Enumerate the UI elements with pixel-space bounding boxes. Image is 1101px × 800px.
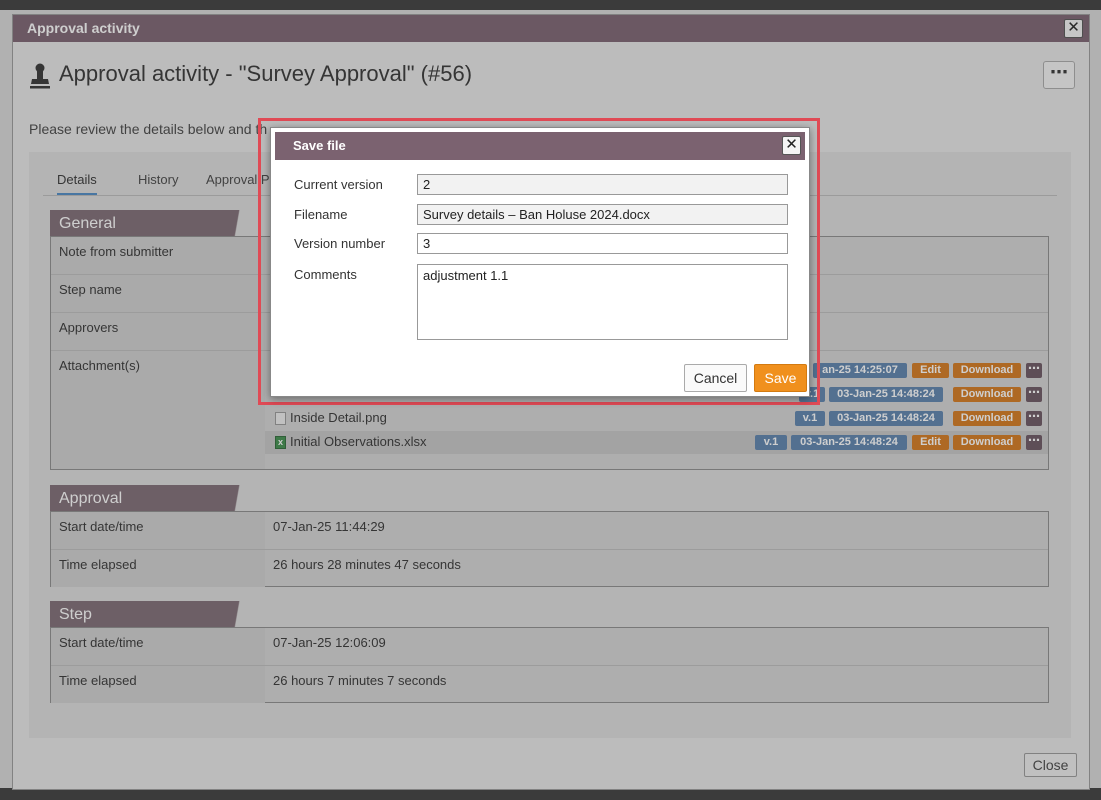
dialog-titlebar: Save file ✕ [275,132,805,160]
current-version-label: Current version [294,177,383,192]
save-file-dialog: Save file ✕ Current version Filename Ver… [270,127,810,397]
comments-textarea[interactable]: adjustment 1.1 [417,264,788,340]
filename-field[interactable] [417,204,788,225]
version-number-field[interactable] [417,233,788,254]
cancel-button[interactable]: Cancel [684,364,747,392]
filename-label: Filename [294,207,348,222]
dialog-title: Save file [293,138,346,153]
save-button[interactable]: Save [754,364,807,392]
comments-label: Comments [294,267,357,282]
current-version-field[interactable] [417,174,788,195]
dialog-close-icon[interactable]: ✕ [782,136,801,155]
version-number-label: Version number [294,236,386,251]
